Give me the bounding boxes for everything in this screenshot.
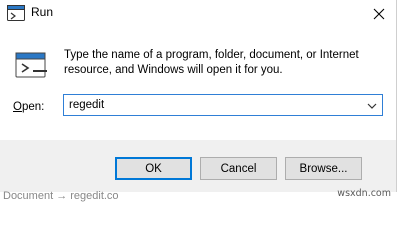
close-icon xyxy=(373,8,385,20)
open-input[interactable]: regedit xyxy=(69,98,104,113)
window-title: Run xyxy=(31,5,54,19)
browse-button[interactable]: Browse... xyxy=(285,157,362,180)
watermark: wsxdn.com xyxy=(337,188,391,199)
cancel-button[interactable]: Cancel xyxy=(200,157,277,180)
dialog-body: Type the name of a program, folder, docu… xyxy=(0,30,396,140)
dialog-description: Type the name of a program, folder, docu… xyxy=(64,49,359,76)
ok-button[interactable]: OK xyxy=(115,157,192,180)
background-partial-text: Document → regedit.co xyxy=(3,190,119,202)
run-app-icon xyxy=(7,5,25,21)
open-label-text: pen: xyxy=(21,101,45,113)
open-label-access-key: O xyxy=(13,101,22,113)
title-bar[interactable]: Run xyxy=(0,0,396,30)
chevron-down-icon xyxy=(367,103,377,109)
open-combobox[interactable]: regedit xyxy=(63,94,383,116)
open-label: Open: xyxy=(13,101,44,113)
close-button[interactable] xyxy=(362,0,396,28)
button-bar: OK Cancel Browse... xyxy=(0,140,396,192)
run-dialog: Run Type the name of a program, folder, … xyxy=(0,0,397,192)
run-program-icon xyxy=(15,50,49,80)
dropdown-button[interactable] xyxy=(366,99,378,111)
